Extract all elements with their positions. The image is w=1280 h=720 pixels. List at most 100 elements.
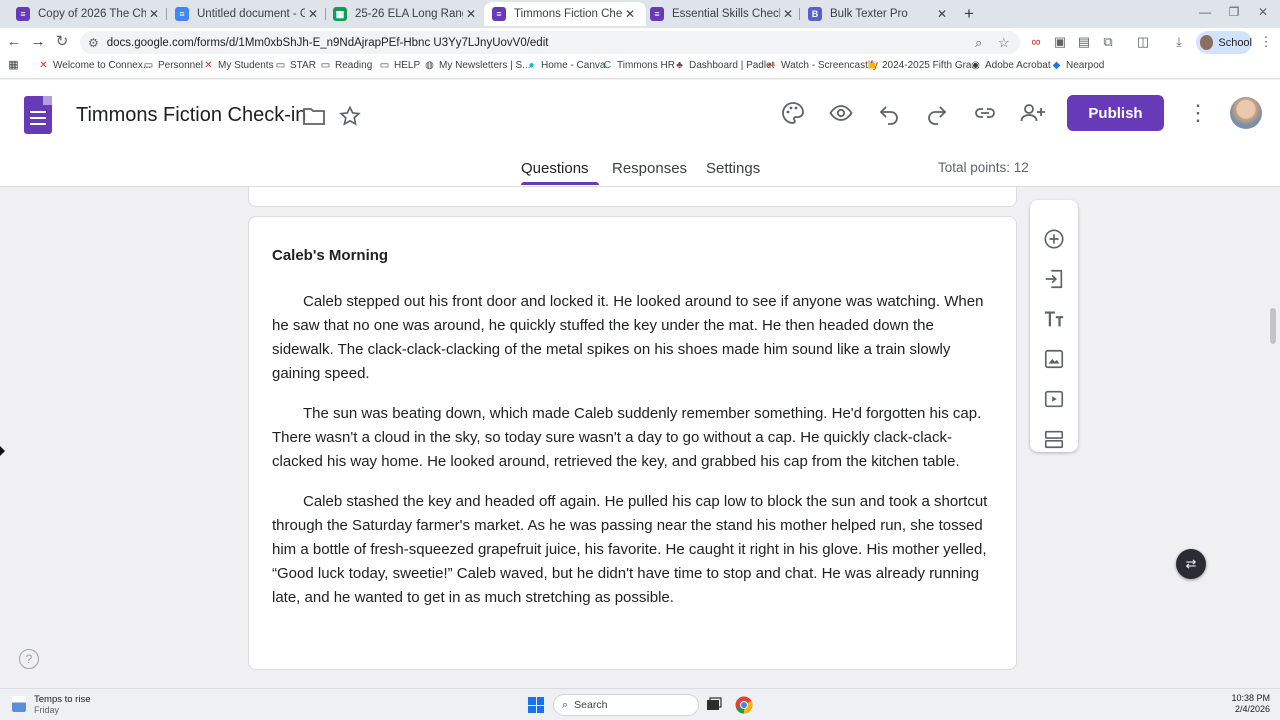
close-tab-icon[interactable]: ✕ [622,7,638,21]
passage-card[interactable]: Caleb's Morning Caleb stepped out his fr… [248,216,1017,670]
sheets-icon: ▦ [333,7,347,21]
form-title[interactable]: Timmons Fiction Check-in [76,104,306,127]
taskbar-search[interactable]: ⌕ Search [553,694,699,716]
link-icon[interactable] [972,100,998,126]
close-tab-icon[interactable]: ✕ [146,7,162,21]
add-collaborator-icon[interactable] [1020,100,1046,126]
extension-icon[interactable]: ▣ [1052,34,1068,50]
address-bar[interactable]: ⚙ docs.google.com/forms/d/1Mm0xbShJh-E_n… [80,31,1020,54]
bookmark-item[interactable]: ♣ Dashboard | Padlet [674,60,774,71]
more-menu-icon[interactable]: ⋮ [1258,34,1274,50]
apps-grid-icon[interactable]: ▦ [8,60,23,71]
redo-icon[interactable] [924,100,950,126]
bookmark-item[interactable]: ▭ HELP [379,60,420,71]
mouse-cursor-icon [0,446,5,456]
previous-question-card[interactable] [248,187,1017,207]
browser-tab-title: Timmons Fiction Check-in - Go [514,8,622,20]
browser-tab[interactable]: ≡ Essential Skills Check 4 Passage ✕ [642,2,804,26]
acrobat-icon: ◉ [971,60,980,71]
tab-settings[interactable]: Settings [706,160,760,177]
bookmark-item[interactable]: ▭ Personnel [143,60,203,71]
bookmark-label: My Newsletters | S... [439,60,531,71]
browser-tab[interactable]: ≡ Untitled document - Google Do ✕ [167,2,329,26]
extension-icon[interactable]: ▤ [1076,34,1092,50]
scrollbar-thumb[interactable] [1270,308,1276,344]
extensions-puzzle-icon[interactable]: ⧉ [1100,34,1116,50]
forward-icon[interactable]: → [28,33,48,51]
undo-icon[interactable] [876,100,902,126]
forms-icon: ≡ [492,7,506,21]
browser-tab-title: Untitled document - Google Do [197,8,305,20]
profile-chip[interactable]: School [1196,31,1252,54]
download-icon[interactable]: ⤓ [1171,34,1187,50]
publish-button[interactable]: Publish [1067,95,1164,131]
add-question-icon[interactable] [1042,227,1066,251]
bookmark-item[interactable]: ✕ My Students [203,60,273,71]
browser-tab[interactable]: B Bulk Texter Pro ✕ [800,2,958,26]
browser-tab-title: Bulk Texter Pro [830,8,908,20]
close-tab-icon[interactable]: ✕ [934,7,950,21]
import-questions-icon[interactable] [1042,267,1066,291]
restore-icon[interactable]: ❐ [1225,5,1243,19]
task-view-icon[interactable] [705,696,723,714]
extension-fab-icon[interactable]: ⇄ [1176,549,1206,579]
bookmark-label: Adobe Acrobat [985,60,1051,71]
browser-tab[interactable]: ▦ 25-26 ELA Long Range Plans - ( ✕ [325,2,487,26]
tab-responses[interactable]: Responses [612,160,687,177]
add-video-icon[interactable] [1042,387,1066,411]
side-panel-icon[interactable]: ◫ [1135,34,1151,50]
back-icon[interactable]: ← [4,33,24,51]
bookmark-star-icon[interactable]: ☆ [998,35,1010,51]
add-title-text-icon[interactable] [1042,307,1066,331]
browser-tab-title: Copy of 2026 The Children's Cr [38,8,146,20]
forms-icon: ≡ [16,7,30,21]
bookmark-item[interactable]: ● Home - Canva [526,60,605,71]
tab-questions[interactable]: Questions [521,160,589,177]
bookmark-item[interactable]: ▣ 2024-2025 Fifth Gra... [867,60,980,71]
browser-tab[interactable]: ≡ Copy of 2026 The Children's Cr ✕ [8,2,170,26]
chrome-icon[interactable] [735,696,753,714]
windows-start-icon[interactable] [528,697,544,713]
folder-icon: ▭ [379,60,390,71]
close-tab-icon[interactable]: ✕ [305,7,321,21]
bookmark-item[interactable]: ✕ Welcome to Connex... [38,60,151,71]
bookmark-item[interactable]: ▭ STAR [275,60,316,71]
help-icon[interactable]: ? [19,649,39,669]
extension-icon[interactable]: ∞ [1028,34,1044,50]
bookmark-item[interactable]: C Timmons HR [602,60,675,71]
forms-header: Timmons Fiction Check-in Publish ⋮ Quest… [0,80,1280,187]
passage-body[interactable]: Caleb stepped out his front door and loc… [272,290,997,626]
bookmark-label: HELP [394,60,421,71]
add-section-icon[interactable] [1042,427,1066,451]
add-image-icon[interactable] [1042,347,1066,371]
system-clock[interactable]: 10:38 PM 2/4/2026 [1220,693,1270,715]
close-tab-icon[interactable]: ✕ [780,7,796,21]
bookmark-item[interactable]: ◆ Nearpod [1051,60,1105,71]
close-window-icon[interactable]: ✕ [1254,5,1272,19]
browser-tab-active[interactable]: ≡ Timmons Fiction Check-in - Go ✕ [484,2,646,26]
star-icon[interactable] [337,103,363,129]
reload-icon[interactable]: ↻ [52,33,72,51]
weather-widget[interactable]: Temps to rise Friday [12,694,91,715]
preview-eye-icon[interactable] [828,100,854,126]
site-info-icon[interactable]: ⚙ [88,36,99,50]
folder-icon: ▭ [320,60,331,71]
more-options-icon[interactable]: ⋮ [1185,100,1211,126]
weather-day: Friday [34,705,60,715]
close-tab-icon[interactable]: ✕ [463,7,479,21]
google-forms-logo[interactable] [24,96,52,134]
palette-icon[interactable] [780,100,806,126]
passage-title[interactable]: Caleb's Morning [272,247,388,264]
weather-text: Temps to rise [34,694,91,705]
bookmark-item[interactable]: ◍ My Newsletters | S... [424,60,531,71]
new-tab-icon[interactable]: + [960,5,978,23]
bookmark-item[interactable]: ◉ Adobe Acrobat [970,60,1051,71]
user-avatar[interactable] [1230,97,1262,129]
nearpod-icon: ◆ [1052,60,1061,71]
extension-icon: B [808,7,822,21]
folder-icon[interactable] [301,103,327,129]
minimize-icon[interactable]: — [1196,5,1214,19]
zoom-icon[interactable]: ⌕ [975,35,982,51]
bookmark-item[interactable]: ⇐ Watch - Screencastify [766,60,878,71]
bookmark-item[interactable]: ▭ Reading [320,60,373,71]
